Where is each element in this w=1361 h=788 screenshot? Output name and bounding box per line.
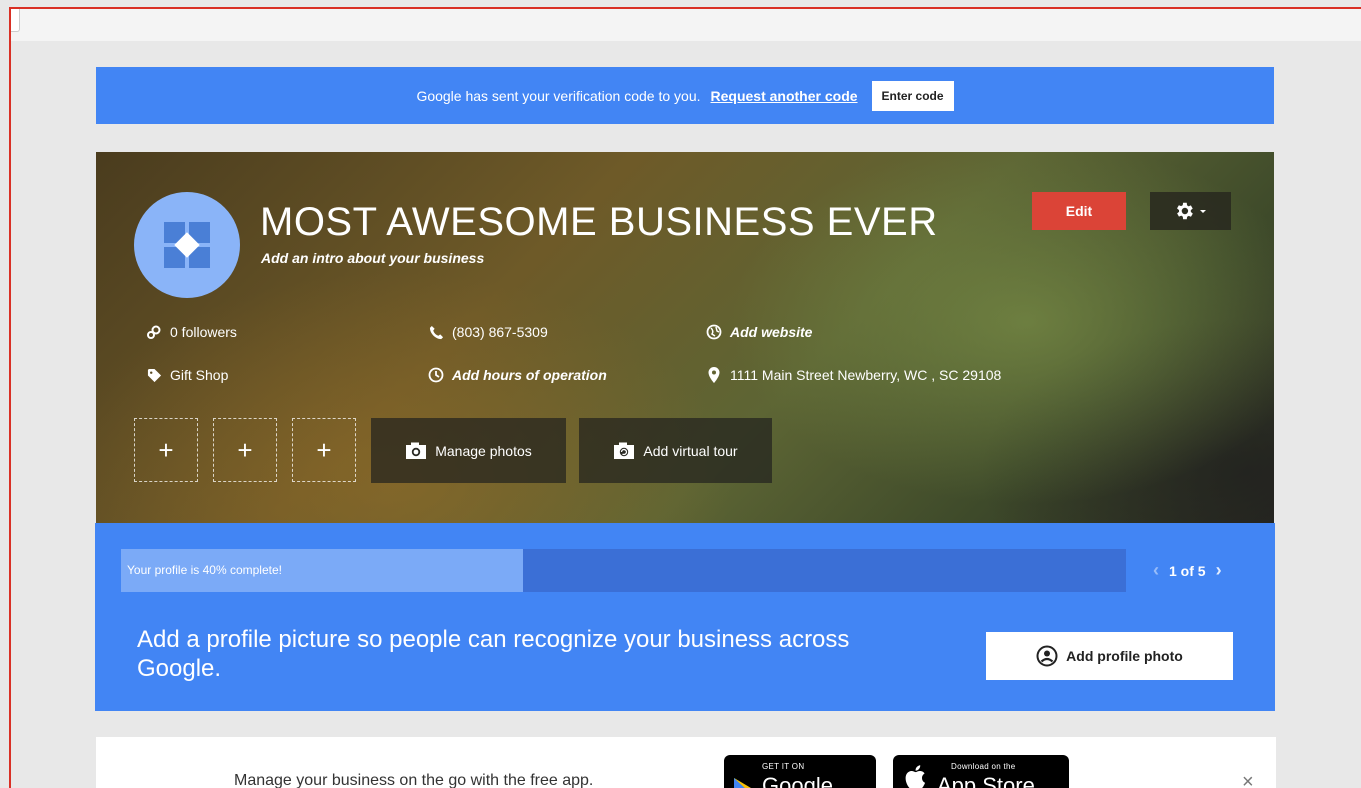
profile-completion-card: Your profile is 40% complete! ‹ 1 of 5 ›… <box>95 523 1275 711</box>
category-info: Gift Shop <box>144 367 228 383</box>
verification-banner: Google has sent your verification code t… <box>96 67 1274 124</box>
account-circle-icon <box>1036 645 1058 667</box>
tag-icon <box>144 368 164 383</box>
apple-icon <box>905 765 926 788</box>
add-profile-photo-button[interactable]: Add profile photo <box>986 632 1233 680</box>
add-hours-link[interactable]: Add hours of operation <box>452 367 607 383</box>
chevron-right-icon[interactable]: › <box>1216 560 1222 581</box>
google-play-small-text: GET IT ON <box>762 762 805 771</box>
manage-photos-label: Manage photos <box>435 442 532 459</box>
map-pin-icon <box>704 367 724 383</box>
gear-icon <box>1177 202 1193 220</box>
phone-icon <box>426 325 446 340</box>
app-promo-text: Manage your business on the go with the … <box>234 772 594 788</box>
phone-info: (803) 867-5309 <box>426 324 548 340</box>
business-category[interactable]: Gift Shop <box>170 367 228 383</box>
add-virtual-tour-button[interactable]: Add virtual tour <box>579 418 772 483</box>
virtual-tour-camera-icon <box>614 442 635 459</box>
enter-code-button[interactable]: Enter code <box>871 80 954 111</box>
globe-icon <box>704 324 724 340</box>
hours-info: Add hours of operation <box>426 367 607 383</box>
business-header: MOST AWESOME BUSINESS EVER Add an intro … <box>96 152 1274 523</box>
add-virtual-tour-label: Add virtual tour <box>643 442 738 459</box>
request-another-code-link[interactable]: Request another code <box>711 88 858 104</box>
business-avatar[interactable] <box>134 192 240 298</box>
manage-photos-button[interactable]: Manage photos <box>371 418 566 483</box>
profile-progress-text: Your profile is 40% complete! <box>127 563 282 577</box>
add-intro-link[interactable]: Add an intro about your business <box>261 250 484 266</box>
followers-info: 0 followers <box>144 324 237 340</box>
add-photo-slot[interactable]: + <box>292 418 356 482</box>
add-photo-slot[interactable]: + <box>134 418 198 482</box>
google-play-icon <box>734 778 751 788</box>
app-store-big-text: App Store <box>937 773 1035 788</box>
suggestion-text: Add a profile picture so people can reco… <box>137 626 850 682</box>
top-strip <box>11 9 1361 41</box>
verification-message: Google has sent your verification code t… <box>416 87 701 104</box>
website-info: Add website <box>704 324 812 340</box>
google-play-big-text: Google play <box>762 773 833 788</box>
settings-menu-button[interactable] <box>1150 192 1231 230</box>
phone-number[interactable]: (803) 867-5309 <box>452 324 548 340</box>
followers-icon <box>144 324 164 340</box>
business-name: MOST AWESOME BUSINESS EVER <box>260 200 938 244</box>
followers-count: 0 followers <box>170 324 237 340</box>
app-store-badge[interactable]: Download on the App Store <box>893 755 1069 788</box>
add-profile-photo-label: Add profile photo <box>1066 648 1183 664</box>
suggestion-pager: ‹ 1 of 5 › <box>1143 549 1232 592</box>
chevron-down-icon <box>1200 210 1206 213</box>
add-website-link[interactable]: Add website <box>730 324 812 340</box>
address-info: 1111 Main Street Newberry, WC , SC 29108 <box>704 367 1001 383</box>
profile-progress-bar: Your profile is 40% complete! <box>121 549 1126 592</box>
pager-count: 1 of 5 <box>1169 562 1206 579</box>
edit-button[interactable]: Edit <box>1032 192 1126 230</box>
business-address[interactable]: 1111 Main Street Newberry, WC , SC 29108 <box>730 367 1001 383</box>
tab-nub <box>11 9 20 32</box>
app-store-small-text: Download on the <box>951 762 1016 771</box>
camera-icon <box>406 442 427 459</box>
close-icon[interactable]: × <box>1242 771 1254 788</box>
google-play-badge[interactable]: GET IT ON Google play <box>724 755 876 788</box>
clock-icon <box>426 367 446 383</box>
chevron-left-icon[interactable]: ‹ <box>1153 560 1159 581</box>
add-photo-slot[interactable]: + <box>213 418 277 482</box>
app-promo-banner: Manage your business on the go with the … <box>96 737 1276 788</box>
